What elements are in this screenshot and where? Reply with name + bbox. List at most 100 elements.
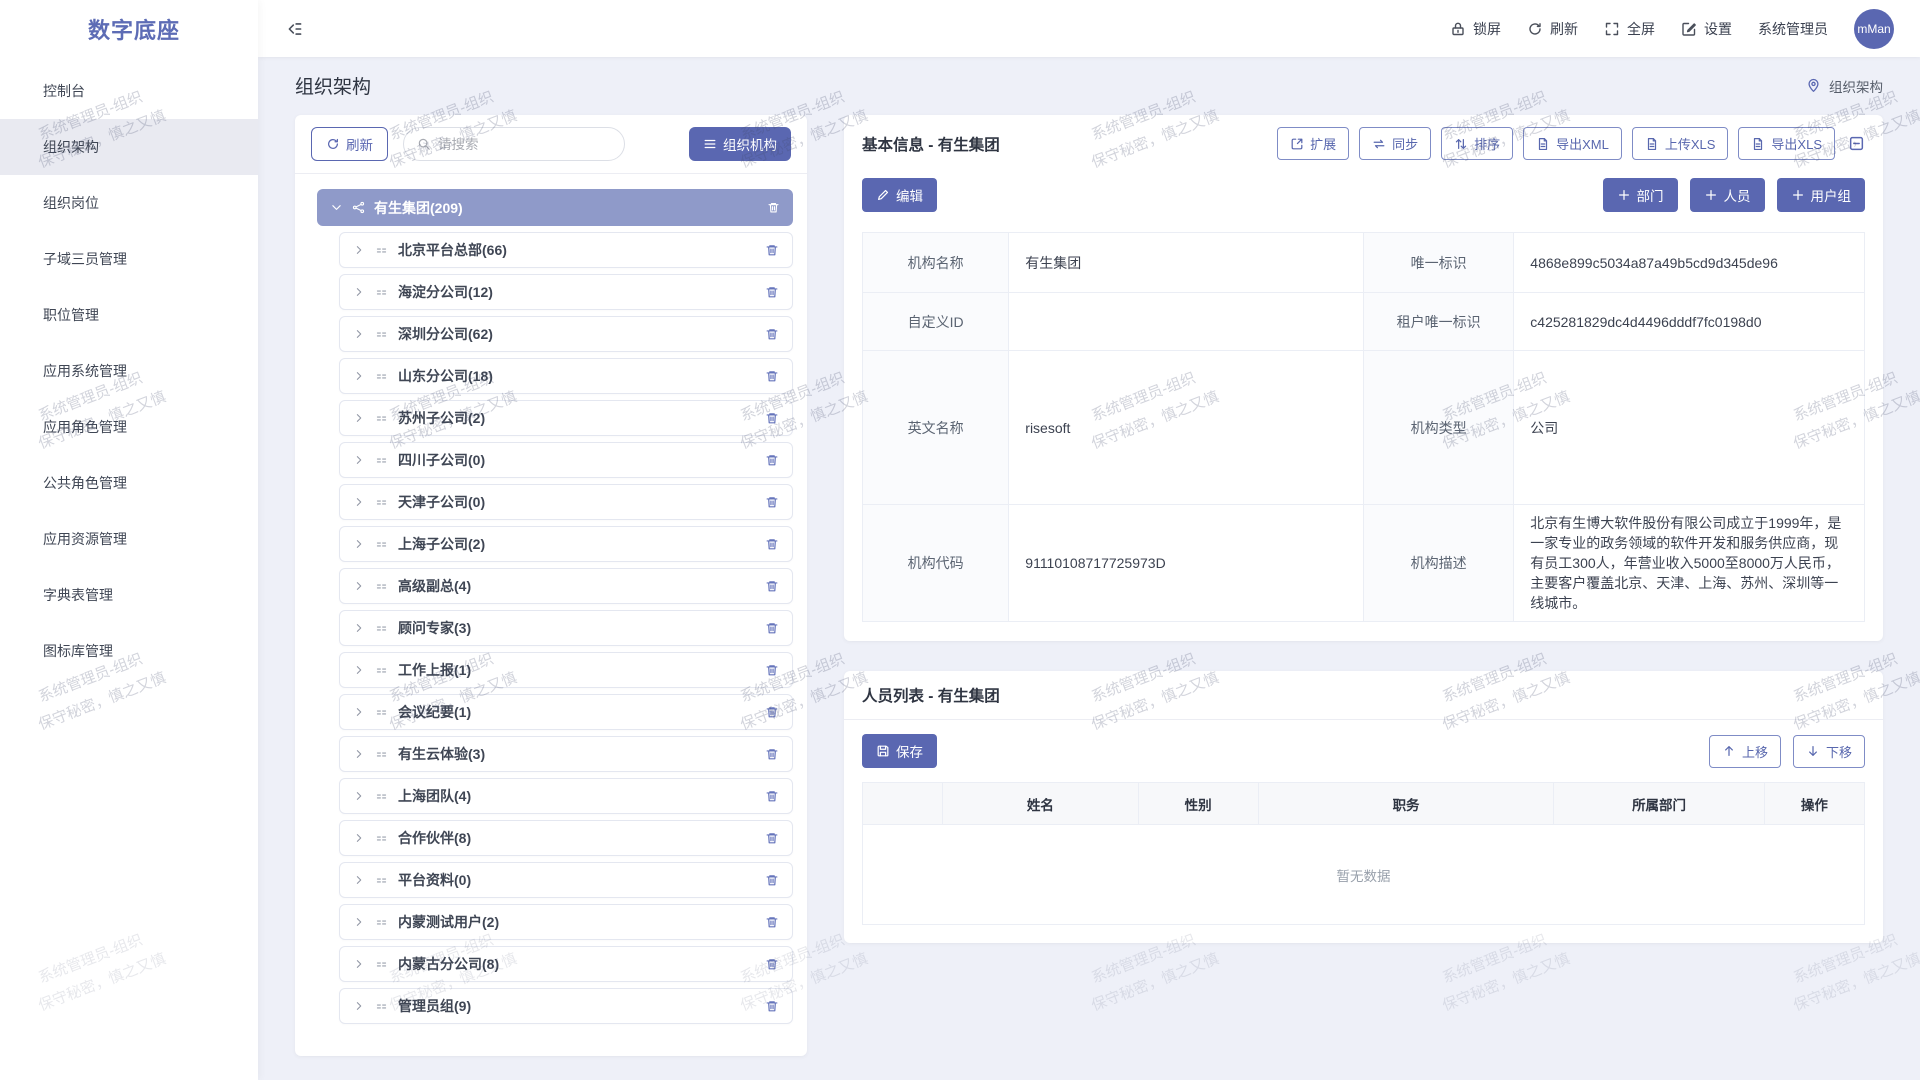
tree-node[interactable]: 高级副总(4) [339, 568, 793, 604]
toolbar-button[interactable]: 导出XML [1523, 127, 1622, 160]
tree-node[interactable]: 上海子公司(2) [339, 526, 793, 562]
add-button[interactable]: 人员 [1690, 178, 1765, 212]
header-action[interactable]: 设置 [1681, 19, 1732, 39]
delete-node-button[interactable] [765, 243, 779, 257]
tree-node[interactable]: 四川子公司(0) [339, 442, 793, 478]
org-type-button[interactable]: 组织机构 [689, 127, 791, 161]
collapse-panel-icon[interactable] [1848, 135, 1865, 152]
tree-node[interactable]: 有生云体验(3) [339, 736, 793, 772]
tree-node[interactable]: 会议纪要(1) [339, 694, 793, 730]
drag-icon[interactable] [375, 790, 388, 803]
drag-icon[interactable] [375, 244, 388, 257]
toolbar-button[interactable]: 扩展 [1277, 127, 1349, 160]
toolbar-button[interactable]: 排序 [1441, 127, 1513, 160]
drag-icon[interactable] [375, 496, 388, 509]
sidebar-item[interactable]: 组织岗位 [0, 175, 258, 231]
drag-icon[interactable] [375, 1000, 388, 1013]
tree-node[interactable]: 山东分公司(18) [339, 358, 793, 394]
delete-node-button[interactable] [765, 705, 779, 719]
sidebar-item[interactable]: 公共角色管理 [0, 455, 258, 511]
tree-node[interactable]: 管理员组(9) [339, 988, 793, 1024]
tree-node[interactable]: 合作伙伴(8) [339, 820, 793, 856]
drag-icon[interactable] [375, 832, 388, 845]
delete-node-button[interactable] [765, 285, 779, 299]
toolbar-button[interactable]: 同步 [1359, 127, 1431, 160]
tree-node[interactable]: 海淀分公司(12) [339, 274, 793, 310]
drag-icon[interactable] [375, 874, 388, 887]
drag-icon[interactable] [375, 622, 388, 635]
tree-node[interactable]: 顾问专家(3) [339, 610, 793, 646]
tree-node[interactable]: 工作上报(1) [339, 652, 793, 688]
avatar[interactable]: mMan [1854, 9, 1894, 49]
add-button[interactable]: 用户组 [1777, 178, 1866, 212]
delete-node-button[interactable] [765, 579, 779, 593]
header-action[interactable]: 全屏 [1604, 19, 1655, 39]
sidebar-item[interactable]: 字典表管理 [0, 567, 258, 623]
drag-icon[interactable] [375, 538, 388, 551]
sidebar-item[interactable]: 图标库管理 [0, 623, 258, 679]
add-button[interactable]: 部门 [1603, 178, 1678, 212]
field-label: 机构代码 [863, 505, 1009, 622]
tree-node[interactable]: 天津子公司(0) [339, 484, 793, 520]
delete-node-button[interactable] [765, 621, 779, 635]
drag-icon[interactable] [375, 328, 388, 341]
delete-node-button[interactable] [765, 789, 779, 803]
move-up-button[interactable]: 上移 [1709, 735, 1781, 768]
sidebar-item[interactable]: 应用角色管理 [0, 399, 258, 455]
drag-icon[interactable] [375, 412, 388, 425]
tree-node[interactable]: 内蒙测试用户(2) [339, 904, 793, 940]
drag-icon[interactable] [375, 454, 388, 467]
tree-root-node[interactable]: 有生集团(209) [317, 189, 793, 226]
refresh-button[interactable]: 刷新 [311, 127, 388, 161]
delete-node-button[interactable] [765, 537, 779, 551]
delete-node-button[interactable] [767, 201, 780, 214]
drag-icon[interactable] [375, 748, 388, 761]
tree-node[interactable]: 内蒙古分公司(8) [339, 946, 793, 982]
tree-node[interactable]: 苏州子公司(2) [339, 400, 793, 436]
tree-node[interactable]: 深圳分公司(62) [339, 316, 793, 352]
tree-node[interactable]: 平台资料(0) [339, 862, 793, 898]
info-actions-row: 编辑 部门 [862, 178, 1865, 212]
person-table: 姓名性别职务所属部门操作 暂无数据 [862, 782, 1865, 925]
delete-node-button[interactable] [765, 663, 779, 677]
sidebar-item[interactable]: 应用资源管理 [0, 511, 258, 567]
drag-icon[interactable] [375, 664, 388, 677]
delete-node-button[interactable] [765, 411, 779, 425]
org-tree[interactable]: 有生集团(209) 北京平台总部(66) [295, 174, 807, 1056]
move-down-button[interactable]: 下移 [1793, 735, 1865, 768]
header-action[interactable]: 锁屏 [1450, 19, 1501, 39]
delete-node-button[interactable] [765, 999, 779, 1013]
drag-icon[interactable] [375, 706, 388, 719]
edit-button[interactable]: 编辑 [862, 178, 937, 212]
tree-node[interactable]: 北京平台总部(66) [339, 232, 793, 268]
sidebar-item[interactable]: 控制台 [0, 63, 258, 119]
drag-icon[interactable] [375, 916, 388, 929]
delete-node-button[interactable] [765, 495, 779, 509]
delete-node-button[interactable] [765, 369, 779, 383]
search-input[interactable] [438, 137, 611, 152]
drag-icon[interactable] [375, 580, 388, 593]
sync-icon [1372, 137, 1386, 151]
field-value: 北京有生博大软件股份有限公司成立于1999年，是一家专业的政务领域的软件开发和服… [1514, 505, 1865, 622]
delete-node-button[interactable] [765, 747, 779, 761]
toolbar-button[interactable]: 上传XLS [1632, 127, 1729, 160]
sidebar-item[interactable]: 子域三员管理 [0, 231, 258, 287]
delete-node-button[interactable] [765, 873, 779, 887]
delete-node-button[interactable] [765, 831, 779, 845]
drag-icon[interactable] [375, 286, 388, 299]
sidebar-item[interactable]: 应用系统管理 [0, 343, 258, 399]
drag-icon[interactable] [375, 370, 388, 383]
delete-node-button[interactable] [765, 957, 779, 971]
delete-node-button[interactable] [765, 453, 779, 467]
username[interactable]: 系统管理员 [1758, 19, 1828, 39]
delete-node-button[interactable] [765, 327, 779, 341]
drag-icon[interactable] [375, 958, 388, 971]
header-action[interactable]: 刷新 [1527, 19, 1578, 39]
delete-node-button[interactable] [765, 915, 779, 929]
sidebar-item[interactable]: 职位管理 [0, 287, 258, 343]
fold-sidebar-icon[interactable] [286, 20, 304, 38]
toolbar-button[interactable]: 导出XLS [1738, 127, 1835, 160]
sidebar-item[interactable]: 组织架构 [0, 119, 258, 175]
save-button[interactable]: 保存 [862, 734, 937, 768]
tree-node[interactable]: 上海团队(4) [339, 778, 793, 814]
